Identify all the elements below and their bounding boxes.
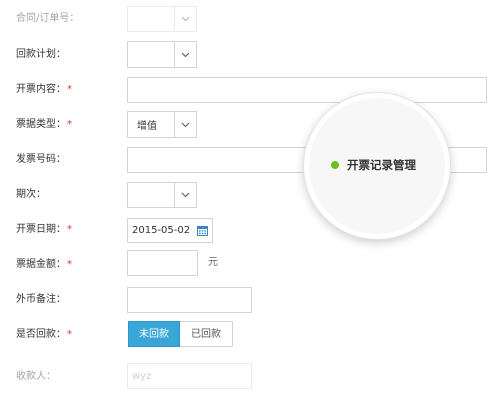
invoice-date-value: 2015-05-02	[132, 225, 191, 236]
chevron-down-icon	[181, 192, 190, 198]
callout-label: 开票记录管理	[347, 158, 416, 172]
toggle-received[interactable]: 已回款	[180, 321, 233, 347]
payment-plan-label: 回款计划：	[16, 49, 66, 60]
payment-plan-arrow[interactable]	[174, 42, 196, 67]
form-row-contract-order: 合同/订单号：	[0, 4, 500, 34]
payee-label: 收款人：	[16, 371, 56, 382]
invoice-type-select[interactable]: 增值	[127, 111, 197, 138]
calendar-icon[interactable]	[197, 225, 208, 236]
required-mark: *	[67, 224, 72, 235]
required-mark: *	[67, 259, 72, 270]
period-label: 期次：	[16, 189, 46, 200]
invoice-type-label: 票据类型：*	[16, 119, 72, 130]
invoice-content-label: 开票内容：*	[16, 84, 72, 95]
invoice-type-arrow[interactable]	[174, 112, 196, 137]
invoice-date-label: 开票日期：*	[16, 224, 72, 235]
contract-order-arrow[interactable]	[174, 7, 196, 31]
invoice-number-label: 发票号码：	[16, 154, 66, 165]
payment-received-label: 是否回款：*	[16, 329, 72, 340]
chevron-down-icon	[181, 52, 190, 57]
payment-plan-select[interactable]	[127, 41, 197, 68]
foreign-note-input[interactable]	[127, 287, 252, 313]
invoice-amount-label: 票据金额：*	[16, 259, 72, 270]
form-row-foreign-note: 外币备注：	[0, 285, 500, 315]
status-dot	[331, 161, 339, 169]
payee-input[interactable]: wyz	[127, 363, 252, 389]
invoice-date-input[interactable]: 2015-05-02	[127, 218, 213, 243]
form-row-invoice-amount: 票据金额：*	[0, 250, 500, 280]
required-mark: *	[67, 329, 72, 340]
form-row-payment-plan: 回款计划：	[0, 40, 500, 70]
period-select[interactable]	[127, 182, 197, 208]
form-row-payment-received: 是否回款：*	[0, 320, 500, 350]
contract-order-label: 合同/订单号：	[16, 13, 80, 24]
toggle-not-received[interactable]: 未回款	[128, 321, 180, 347]
form-row-payee: 收款人： wyz	[0, 362, 500, 392]
foreign-note-label: 外币备注：	[16, 294, 66, 305]
invoice-type-value: 增值	[137, 121, 157, 132]
contract-order-select[interactable]	[127, 6, 197, 32]
required-mark: *	[67, 84, 72, 95]
invoice-content-input[interactable]	[127, 77, 487, 103]
period-arrow[interactable]	[174, 183, 196, 207]
magnifier-lens: 开票记录管理	[309, 98, 445, 234]
invoice-amount-input[interactable]	[127, 250, 198, 276]
amount-unit: 元	[208, 257, 218, 268]
magnifier-callout: 开票记录管理	[304, 93, 450, 239]
chevron-down-icon	[181, 16, 190, 22]
chevron-down-icon	[181, 122, 190, 127]
payee-value: wyz	[132, 370, 152, 382]
form-row-invoice-content: 开票内容：*	[0, 75, 500, 105]
payment-received-toggle[interactable]: 未回款 已回款	[128, 321, 233, 347]
required-mark: *	[67, 119, 72, 130]
